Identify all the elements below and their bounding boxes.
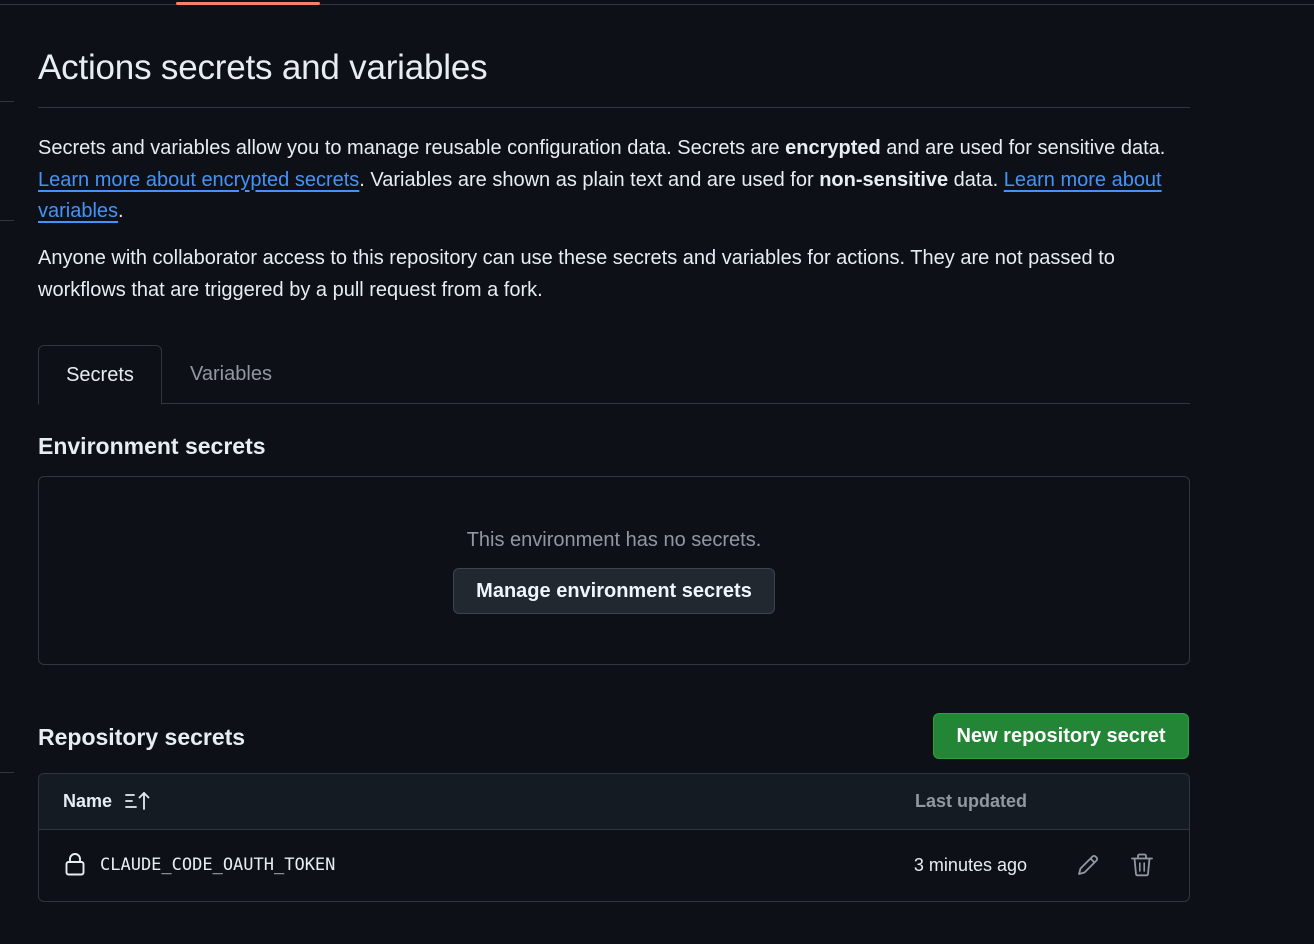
title-divider bbox=[38, 107, 1190, 108]
access-note: Anyone with collaborator access to this … bbox=[38, 247, 1115, 301]
sidebar-divider bbox=[0, 101, 14, 102]
page-title: Actions secrets and variables bbox=[38, 48, 488, 87]
learn-more-secrets-link[interactable]: Learn more about encrypted secrets bbox=[38, 169, 359, 191]
tab-variables[interactable]: Variables bbox=[162, 345, 300, 403]
manage-environment-secrets-button[interactable]: Manage environment secrets bbox=[453, 568, 775, 614]
sidebar-divider bbox=[0, 220, 14, 221]
active-nav-indicator bbox=[176, 2, 320, 5]
lock-icon bbox=[65, 852, 85, 876]
trash-icon[interactable] bbox=[1129, 852, 1155, 878]
column-header-last-updated: Last updated bbox=[914, 791, 1027, 811]
intro-text: . bbox=[118, 200, 124, 222]
column-header-name: Name bbox=[63, 791, 113, 811]
tab-bar: Secrets Variables bbox=[38, 345, 1190, 405]
sidebar-divider bbox=[0, 772, 14, 773]
intro-text: Secrets and variables allow you to manag… bbox=[38, 137, 786, 159]
intro-text: data. bbox=[948, 168, 1004, 191]
tab-divider bbox=[38, 403, 1190, 404]
pencil-icon[interactable] bbox=[1075, 852, 1101, 878]
table-header: Name Last updated bbox=[39, 774, 1189, 830]
table-row: CLAUDE_CODE_OAUTH_TOKEN 3 minutes ago bbox=[39, 830, 1189, 901]
repository-secrets-heading: Repository secrets bbox=[38, 724, 246, 750]
secret-name: CLAUDE_CODE_OAUTH_TOKEN bbox=[100, 855, 336, 875]
intro-paragraph: Secrets and variables allow you to manag… bbox=[38, 133, 1190, 228]
new-repository-secret-button[interactable]: New repository secret bbox=[933, 713, 1189, 759]
intro-emphasis-non-sensitive: non-sensitive bbox=[819, 168, 949, 191]
environment-secrets-box: This environment has no secrets. Manage … bbox=[38, 476, 1190, 665]
sort-ascending-icon[interactable] bbox=[125, 790, 151, 812]
tab-secrets[interactable]: Secrets bbox=[38, 345, 162, 405]
secret-last-updated: 3 minutes ago bbox=[913, 855, 1027, 875]
environment-secrets-heading: Environment secrets bbox=[38, 433, 266, 459]
page: Actions secrets and variables Secrets an… bbox=[0, 0, 1314, 944]
intro-text: and are used for sensitive data. bbox=[880, 137, 1166, 159]
intro-emphasis-encrypted: encrypted bbox=[785, 137, 881, 159]
repository-secrets-table: Name Last updated CLAUDE_CODE_OAUTH_TOKE… bbox=[38, 773, 1190, 902]
empty-state-text: This environment has no secrets. bbox=[466, 529, 762, 551]
intro-text: . Variables are shown as plain text and … bbox=[359, 168, 820, 191]
